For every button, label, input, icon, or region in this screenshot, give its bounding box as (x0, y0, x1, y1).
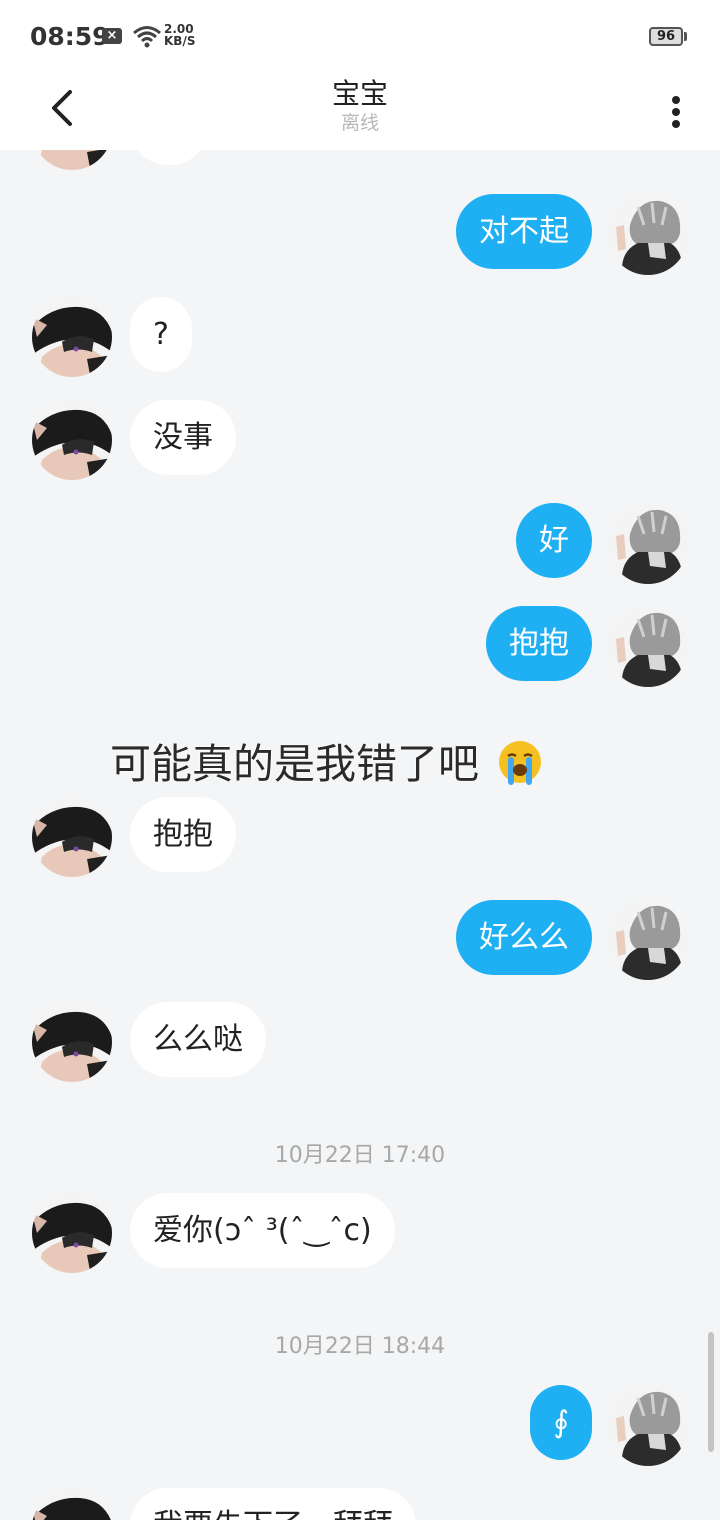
message-bubble-incoming[interactable]: 抱抱 (130, 797, 236, 872)
overlay-caption-text: 可能真的是我错了吧 (110, 740, 479, 788)
my-avatar[interactable] (608, 195, 688, 275)
timestamp: 10月22日 17:40 (274, 1143, 446, 1168)
battery-icon: 96 (649, 27, 683, 46)
my-avatar[interactable] (608, 900, 688, 980)
x-icon: × (102, 28, 122, 44)
more-vertical-icon[interactable] (660, 80, 694, 140)
net-speed-unit: KB/S (164, 34, 196, 48)
battery-tip (684, 32, 687, 41)
message-bubble-outgoing[interactable]: 好 (516, 503, 592, 578)
contact-avatar[interactable] (32, 297, 112, 377)
wifi-icon (133, 26, 161, 48)
contact-avatar[interactable] (32, 1193, 112, 1273)
status-bar: 08:59 × 2.00 KB/S 96 (0, 0, 720, 70)
my-avatar[interactable] (608, 1386, 688, 1466)
message-bubble-incoming[interactable]: 我要先下了，拜拜 (130, 1488, 416, 1520)
message-bubble-incoming[interactable]: 爱你(ↄˆ ³(ˆ‿ˆc) (130, 1193, 395, 1268)
message-bubble-incoming[interactable]: 么么哒 (130, 1002, 266, 1077)
overlay-caption: 可能真的是我错了吧 (110, 730, 544, 790)
message-bubble-outgoing[interactable]: 好么么 (456, 900, 592, 975)
message-bubble-incoming[interactable]: 没事 (130, 400, 236, 475)
contact-avatar[interactable] (32, 400, 112, 480)
contact-status: 离线 (340, 112, 379, 134)
contact-avatar[interactable] (32, 1488, 112, 1520)
message-bubble-outgoing[interactable]: ∮ (530, 1385, 592, 1460)
message-bubble-partial[interactable] (130, 150, 208, 165)
timestamp: 10月22日 18:44 (274, 1334, 446, 1359)
status-time: 08:59 (30, 22, 110, 51)
message-bubble-incoming[interactable]: ? (130, 297, 192, 372)
chat-header: 宝宝 离线 (0, 70, 720, 150)
contact-name: 宝宝 (331, 77, 388, 110)
my-avatar[interactable] (608, 504, 688, 584)
message-list[interactable]: 对不起 ? 没事 好 抱抱 可能真的是我错了吧 抱抱 好么么 么么哒 10月22… (0, 150, 720, 1520)
contact-avatar[interactable] (32, 150, 112, 170)
contact-avatar[interactable] (32, 1002, 112, 1082)
scrollbar[interactable] (708, 1332, 714, 1452)
crying-face-icon (499, 741, 542, 785)
message-bubble-outgoing[interactable]: 抱抱 (486, 606, 592, 681)
message-bubble-outgoing[interactable]: 对不起 (456, 194, 592, 269)
net-speed: 2.00 KB/S (164, 23, 195, 47)
my-avatar[interactable] (608, 607, 688, 687)
contact-avatar[interactable] (32, 797, 112, 877)
